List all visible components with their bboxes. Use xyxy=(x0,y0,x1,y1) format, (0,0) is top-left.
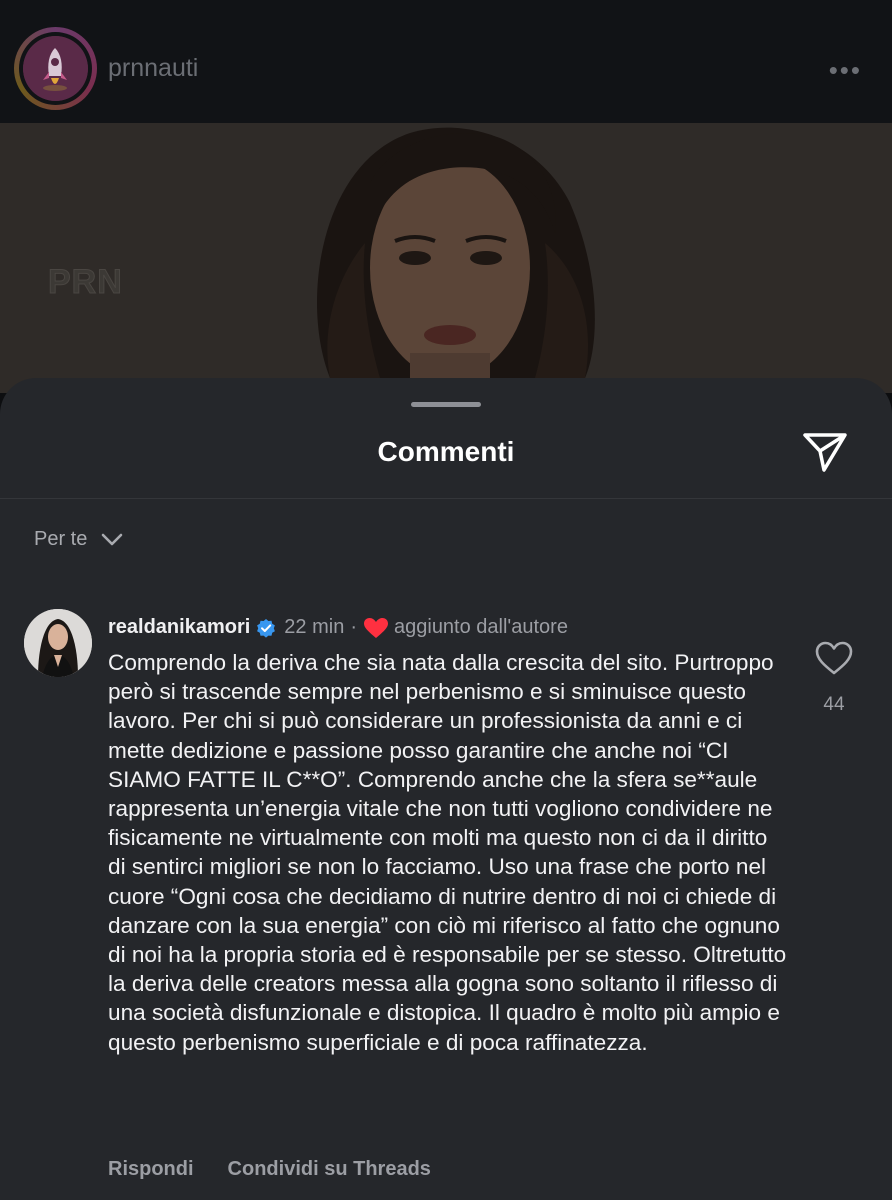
send-icon[interactable] xyxy=(800,430,850,474)
comments-sheet: Commenti Per te realdanikamori 22 min · … xyxy=(0,378,892,1200)
heart-filled-icon xyxy=(364,617,388,638)
comment-time: 22 min xyxy=(284,616,345,638)
sheet-grabber[interactable] xyxy=(411,402,481,407)
comment-text: Comprendo la deriva che sia nata dalla c… xyxy=(108,650,787,1055)
chevron-down-icon xyxy=(102,533,123,545)
comment-actions: Rispondi Condividi su Threads xyxy=(108,1158,431,1181)
divider xyxy=(0,498,892,499)
reply-button[interactable]: Rispondi xyxy=(108,1158,194,1181)
share-threads-button[interactable]: Condividi su Threads xyxy=(228,1158,431,1181)
author-liked-label: aggiunto dall'autore xyxy=(394,616,568,638)
comment-header: realdanikamori 22 min · aggiunto dall'au… xyxy=(108,616,568,639)
watermark: PRN xyxy=(48,263,123,302)
separator-dot: · xyxy=(350,616,357,638)
verified-badge-icon xyxy=(257,618,276,638)
profile-avatar[interactable] xyxy=(14,27,97,110)
heart-outline-icon[interactable] xyxy=(814,640,854,676)
post-image: PRN xyxy=(0,123,892,393)
rocket-logo-icon xyxy=(23,36,88,101)
more-dots-icon[interactable]: ••• xyxy=(829,55,862,86)
portrait-illustration xyxy=(0,123,892,393)
like-count: 44 xyxy=(823,694,845,715)
sort-label: Per te xyxy=(34,528,88,550)
post-username[interactable]: prnnauti xyxy=(108,54,198,83)
sort-dropdown[interactable]: Per te xyxy=(34,528,123,551)
sheet-title: Commenti xyxy=(377,436,515,467)
commenter-avatar[interactable] xyxy=(24,609,92,677)
comment-username[interactable]: realdanikamori xyxy=(108,616,250,639)
post-header: prnnauti ••• xyxy=(0,0,892,123)
